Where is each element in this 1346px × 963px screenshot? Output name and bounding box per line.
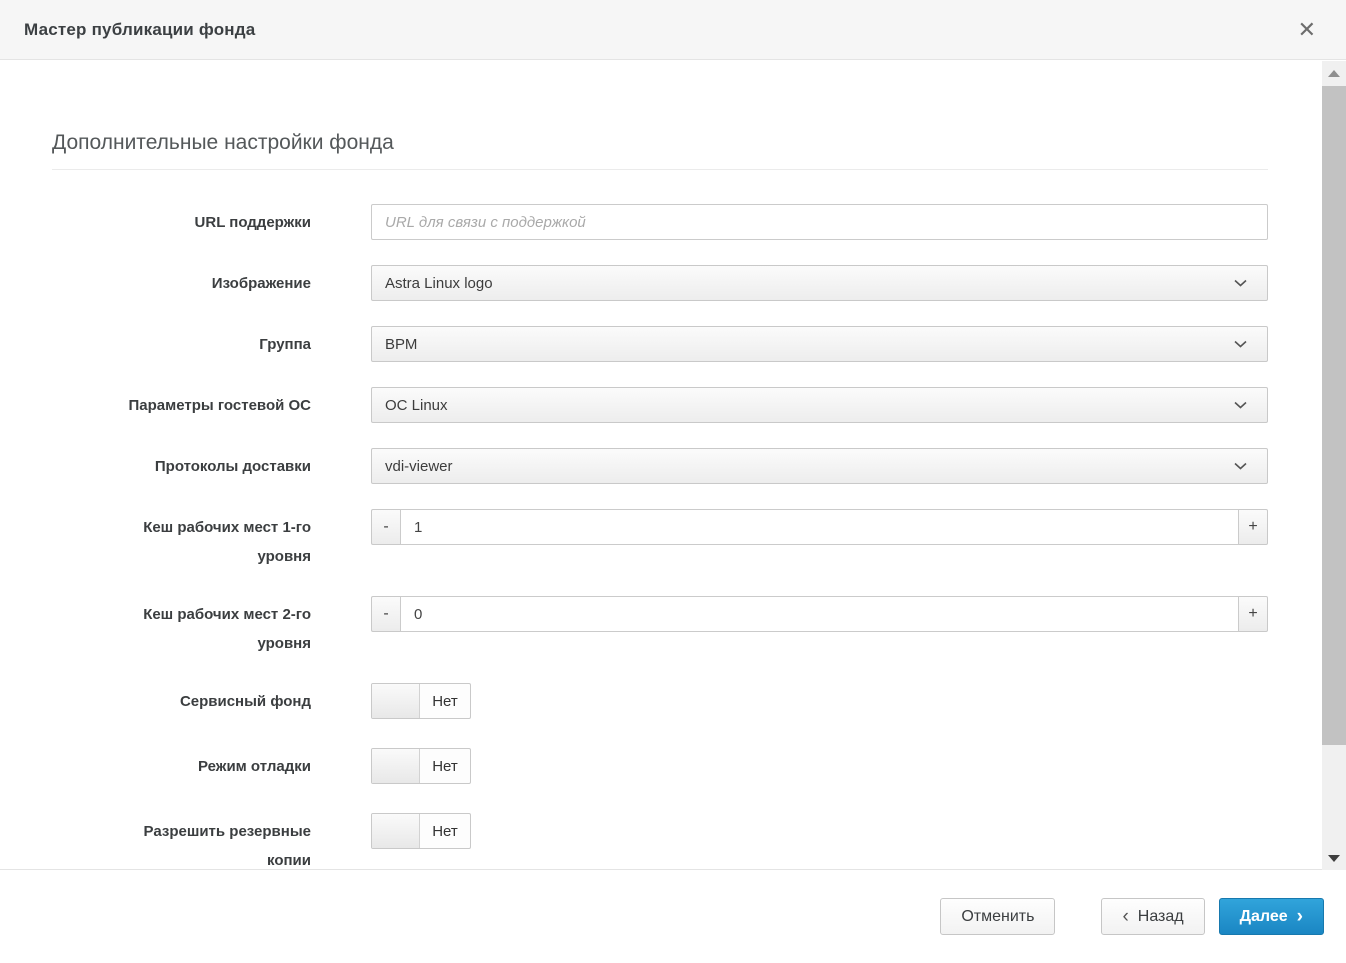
form-row-service-pool: Сервисный фонд Нет bbox=[52, 683, 1246, 723]
form-row-cache-level-2: Кеш рабочих мест 2-го уровня - + bbox=[52, 596, 1246, 658]
group-select[interactable]: ВРМ bbox=[371, 326, 1268, 362]
plus-button[interactable]: + bbox=[1239, 509, 1268, 545]
service-pool-toggle-state: Нет bbox=[420, 684, 470, 718]
support-url-label: URL поддержки bbox=[52, 204, 311, 237]
form-row-image: Изображение Astra Linux logo bbox=[52, 265, 1246, 301]
dialog-footer: Отменить ‹ Назад Далее › bbox=[0, 870, 1346, 963]
scrollbar[interactable] bbox=[1322, 61, 1346, 870]
scroll-down-arrow-icon[interactable] bbox=[1322, 846, 1346, 870]
cache-level-1-input[interactable] bbox=[400, 509, 1239, 545]
cache-level-1-label: Кеш рабочих мест 1-го уровня bbox=[52, 509, 311, 571]
image-select-value: Astra Linux logo bbox=[385, 275, 493, 292]
service-pool-label: Сервисный фонд bbox=[52, 683, 311, 716]
section-heading: Дополнительные настройки фонда bbox=[52, 131, 1268, 170]
cache-level-2-label: Кеш рабочих мест 2-го уровня bbox=[52, 596, 311, 658]
toggle-knob bbox=[372, 684, 420, 718]
chevron-left-icon: ‹ bbox=[1122, 907, 1128, 926]
debug-mode-label: Режим отладки bbox=[52, 748, 311, 781]
chevron-down-icon bbox=[1234, 462, 1247, 470]
form-row-cache-level-1: Кеш рабочих мест 1-го уровня - + bbox=[52, 509, 1246, 571]
next-button-label: Далее bbox=[1240, 908, 1288, 926]
dialog-title: Мастер публикации фонда bbox=[24, 20, 255, 40]
plus-button[interactable]: + bbox=[1239, 596, 1268, 632]
backup-copies-toggle-state: Нет bbox=[420, 814, 470, 848]
cancel-button-label: Отменить bbox=[961, 908, 1034, 926]
wizard-step-content: Дополнительные настройки фонда URL подде… bbox=[0, 61, 1346, 875]
service-pool-toggle[interactable]: Нет bbox=[371, 683, 471, 719]
delivery-protocols-label: Протоколы доставки bbox=[52, 448, 311, 481]
chevron-down-icon bbox=[1234, 401, 1247, 409]
form-row-support-url: URL поддержки bbox=[52, 204, 1246, 240]
guest-os-select-value: ОС Linux bbox=[385, 397, 448, 414]
support-url-input[interactable] bbox=[371, 204, 1268, 240]
image-select[interactable]: Astra Linux logo bbox=[371, 265, 1268, 301]
debug-mode-toggle-state: Нет bbox=[420, 749, 470, 783]
form-row-backup-copies: Разрешить резервные копии Нет bbox=[52, 813, 1246, 875]
additional-settings-form: URL поддержки Изображение Astra Linux lo… bbox=[52, 204, 1246, 875]
back-button[interactable]: ‹ Назад bbox=[1101, 898, 1204, 935]
back-button-label: Назад bbox=[1138, 908, 1184, 926]
next-button[interactable]: Далее › bbox=[1219, 898, 1324, 935]
delivery-protocols-select-value: vdi-viewer bbox=[385, 458, 453, 475]
form-row-group: Группа ВРМ bbox=[52, 326, 1246, 362]
form-row-delivery-protocols: Протоколы доставки vdi-viewer bbox=[52, 448, 1246, 484]
group-label: Группа bbox=[52, 326, 311, 359]
form-row-debug-mode: Режим отладки Нет bbox=[52, 748, 1246, 788]
toggle-knob bbox=[372, 749, 420, 783]
toggle-knob bbox=[372, 814, 420, 848]
dialog-header: Мастер публикации фонда ✕ bbox=[0, 0, 1346, 60]
chevron-right-icon: › bbox=[1297, 907, 1303, 926]
guest-os-select[interactable]: ОС Linux bbox=[371, 387, 1268, 423]
guest-os-label: Параметры гостевой ОС bbox=[52, 387, 311, 420]
image-label: Изображение bbox=[52, 265, 311, 298]
close-icon[interactable]: ✕ bbox=[1292, 15, 1322, 45]
chevron-down-icon bbox=[1234, 279, 1247, 287]
minus-button[interactable]: - bbox=[371, 596, 400, 632]
cache-level-2-stepper: - + bbox=[371, 596, 1268, 632]
group-select-value: ВРМ bbox=[385, 336, 417, 353]
fund-publish-wizard-dialog: Мастер публикации фонда ✕ Дополнительные… bbox=[0, 0, 1346, 963]
chevron-down-icon bbox=[1234, 340, 1247, 348]
backup-copies-toggle[interactable]: Нет bbox=[371, 813, 471, 849]
minus-button[interactable]: - bbox=[371, 509, 400, 545]
dialog-body: Дополнительные настройки фонда URL подде… bbox=[0, 61, 1346, 870]
backup-copies-label: Разрешить резервные копии bbox=[52, 813, 311, 875]
debug-mode-toggle[interactable]: Нет bbox=[371, 748, 471, 784]
delivery-protocols-select[interactable]: vdi-viewer bbox=[371, 448, 1268, 484]
cache-level-1-stepper: - + bbox=[371, 509, 1268, 545]
scrollbar-thumb[interactable] bbox=[1322, 86, 1346, 745]
cache-level-2-input[interactable] bbox=[400, 596, 1239, 632]
form-row-guest-os: Параметры гостевой ОС ОС Linux bbox=[52, 387, 1246, 423]
scroll-up-arrow-icon[interactable] bbox=[1322, 61, 1346, 85]
cancel-button[interactable]: Отменить bbox=[940, 898, 1055, 935]
